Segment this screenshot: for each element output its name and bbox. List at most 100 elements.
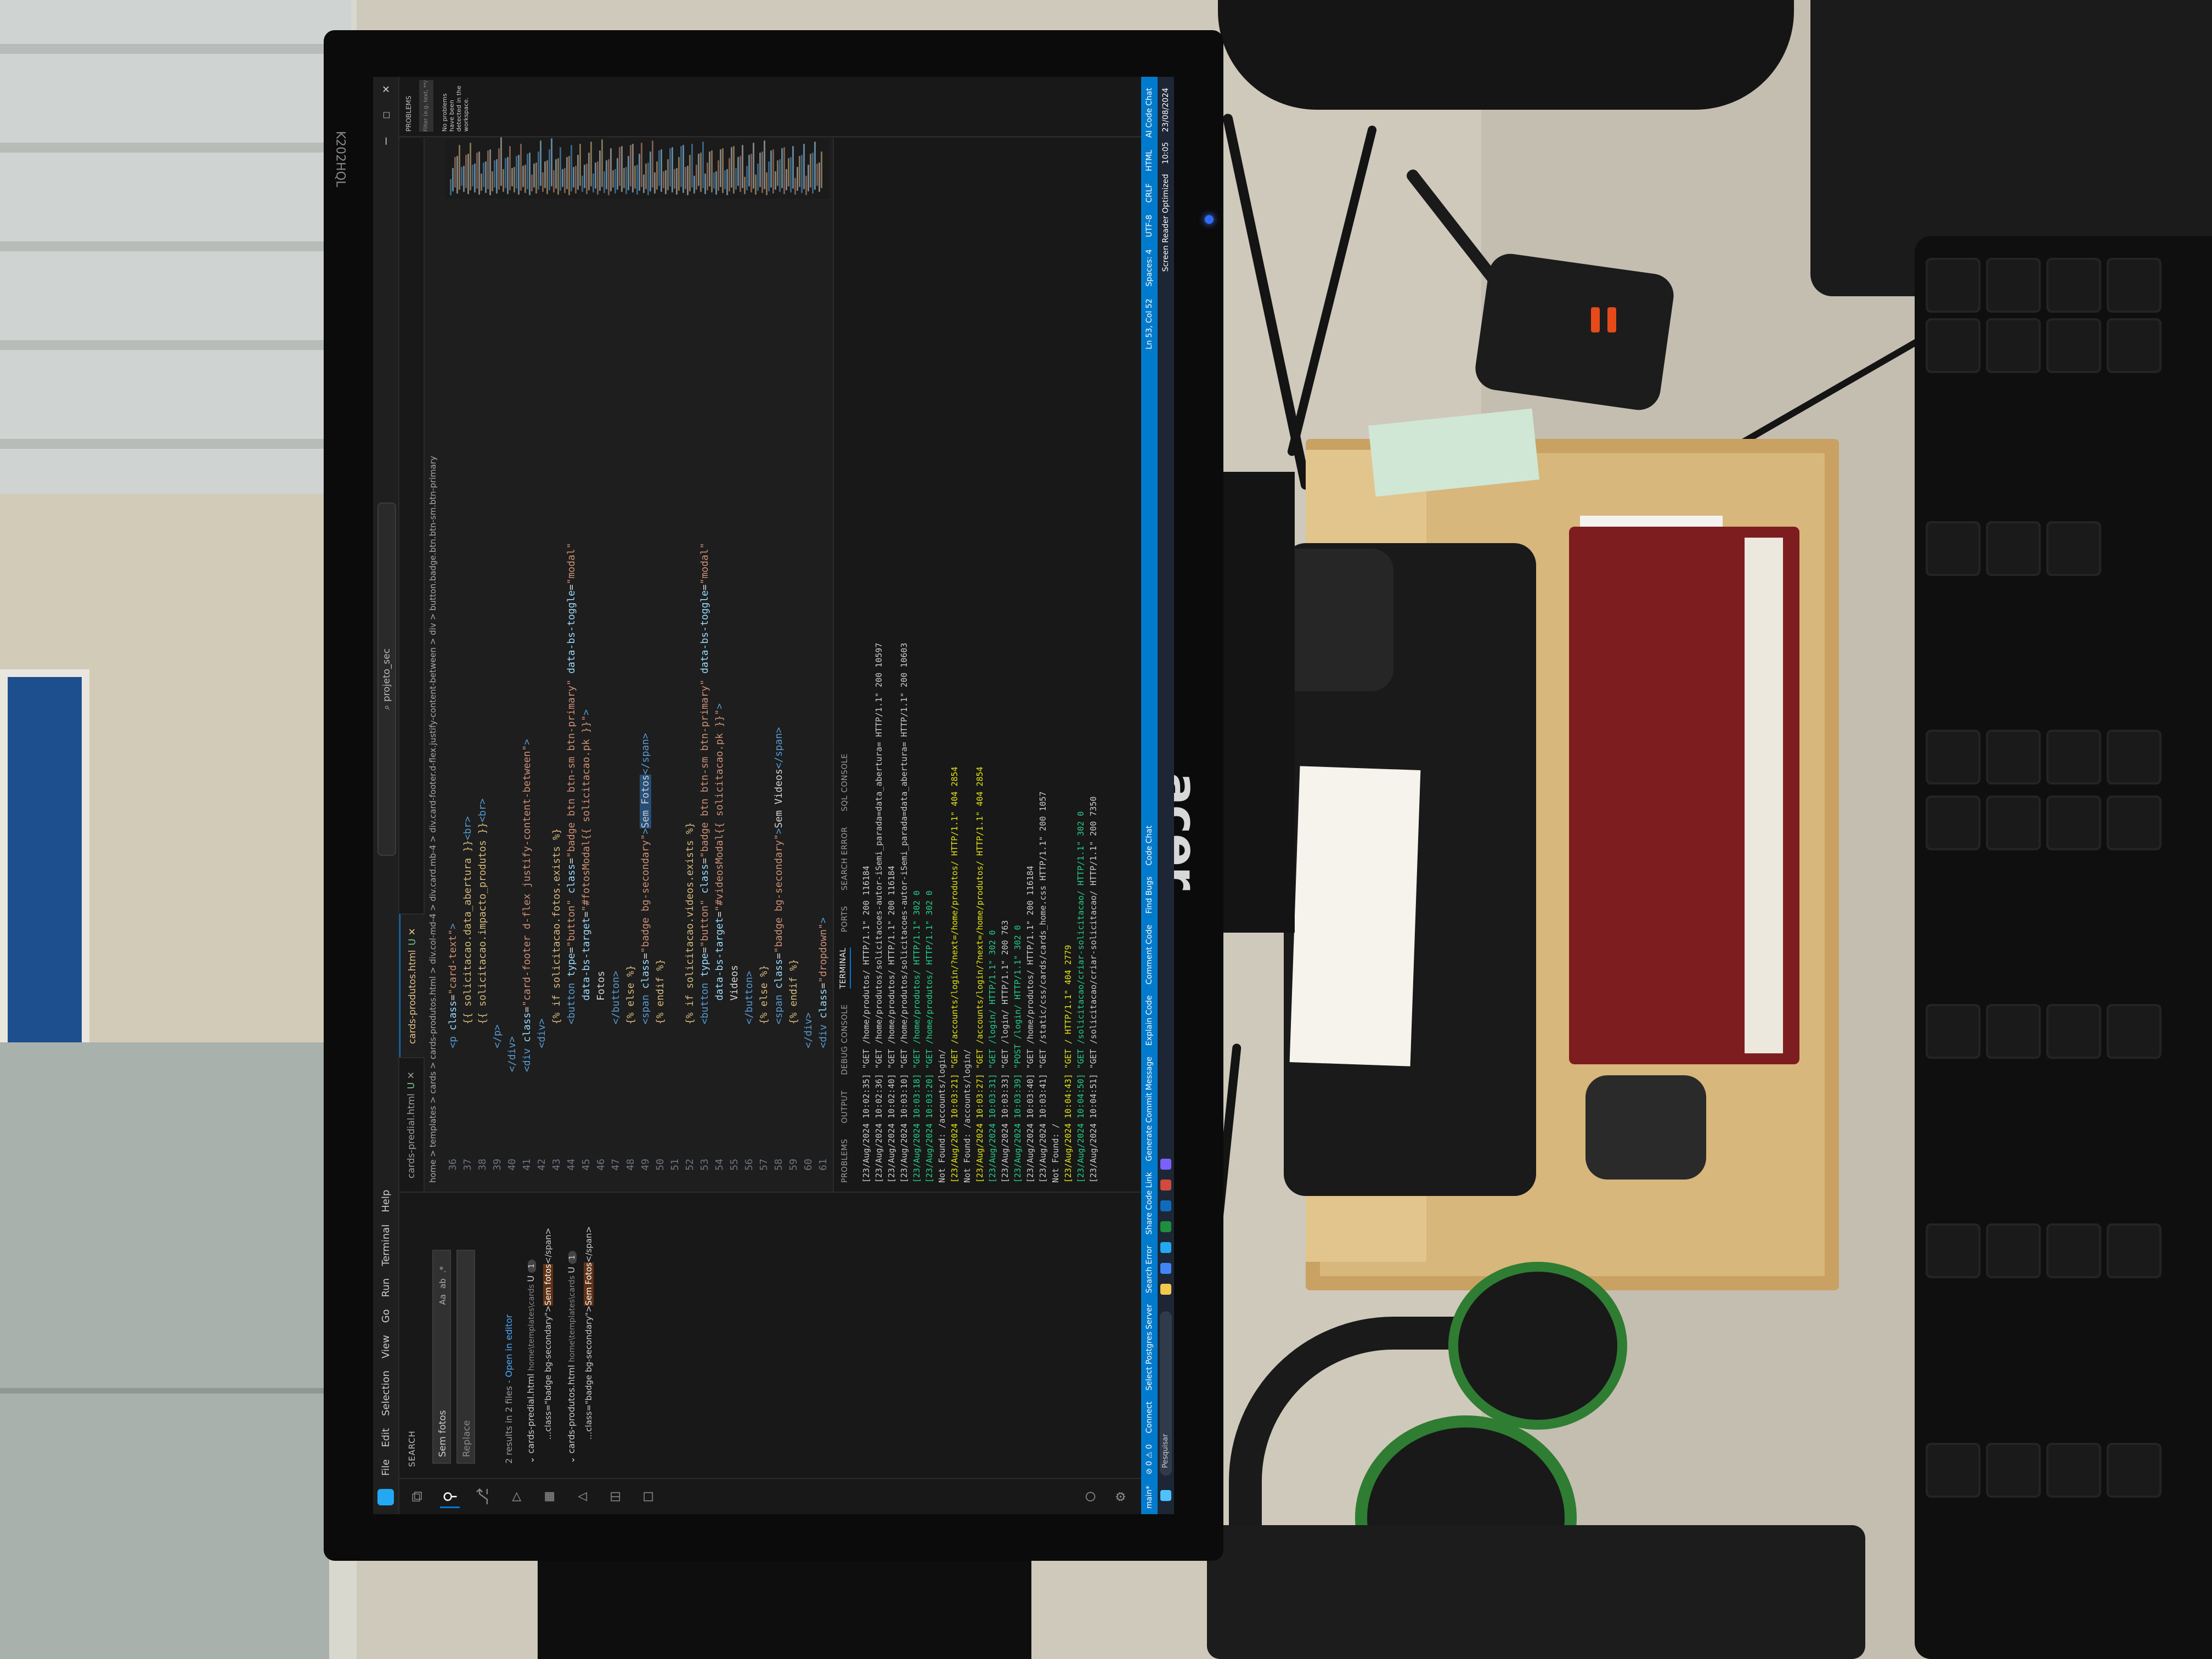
panel-tab-debug-console[interactable]: DEBUG CONSOLE xyxy=(840,1004,849,1075)
close-icon[interactable]: ✕ xyxy=(379,86,393,93)
taskbar-search[interactable]: Pesquisar xyxy=(1160,1311,1172,1476)
problems-filter-input[interactable]: Filter (e.g. text, **/*.ts, !**/node_mod… xyxy=(419,80,433,132)
file-explorer-icon[interactable] xyxy=(1160,1284,1171,1295)
gear-icon[interactable]: ⚙ xyxy=(1110,1487,1130,1506)
search-option-1[interactable]: ab xyxy=(433,1278,452,1289)
command-center[interactable]: ⌕ projeto_sec xyxy=(377,503,396,856)
minimap-line xyxy=(652,140,653,188)
maximize-icon[interactable]: ☐ xyxy=(379,111,393,119)
clock-date[interactable]: 23/08/2024 xyxy=(1161,88,1170,132)
terminal-output[interactable]: [23/Aug/2024 10:02:35] "GET /home/produt… xyxy=(860,151,1135,1183)
code-line: 43 {% if solicitacao.fotos.exists %} xyxy=(549,138,564,1192)
editor-tab[interactable]: cards-produtos.html U ✕ xyxy=(399,913,425,1057)
run-debug-icon[interactable]: ▷ xyxy=(506,1487,526,1506)
code-token: Fotos xyxy=(595,970,607,1001)
minimap-line xyxy=(803,144,805,189)
status-item[interactable]: Select Postgres Server xyxy=(1145,1304,1154,1391)
status-item[interactable]: main* xyxy=(1145,1486,1154,1509)
panel-tab-ports[interactable]: PORTS xyxy=(840,906,849,932)
search-result-match[interactable]: ...class="badge bg-secondary">Sem fotos<… xyxy=(543,1228,553,1440)
search-icon[interactable]: ⚲ xyxy=(440,1487,460,1508)
remote-icon[interactable]: △ xyxy=(572,1487,591,1506)
terminal-line: Not Found: /accounts/login/ xyxy=(962,1049,972,1183)
account-icon[interactable]: ◯ xyxy=(1080,1487,1099,1506)
code-editor[interactable]: 36 <p class="card-text"> 37 {{ solicitaca… xyxy=(445,138,830,1192)
panel-tab-search-error[interactable]: SEARCH ERROR xyxy=(840,827,849,890)
teams-icon[interactable] xyxy=(1160,1159,1171,1170)
database-icon[interactable]: ◫ xyxy=(605,1487,624,1506)
panel-tab-sql-console[interactable]: SQL CONSOLE xyxy=(840,754,849,811)
minimap-line xyxy=(597,161,599,195)
search-result-match[interactable]: ...class="badge bg-secondary">Sem Fotos<… xyxy=(584,1226,594,1440)
minimap-line xyxy=(693,176,695,194)
status-item[interactable]: Spaces: 4 xyxy=(1145,249,1154,286)
code-token: {% endif %} xyxy=(654,959,666,1025)
minimap[interactable] xyxy=(445,137,830,199)
minimize-icon[interactable]: — xyxy=(379,138,393,145)
extensions-icon[interactable]: ▦ xyxy=(539,1487,558,1506)
close-icon[interactable]: ✕ xyxy=(406,1071,417,1082)
menu-item-selection[interactable]: Selection xyxy=(380,1370,392,1416)
open-in-editor-link[interactable]: Open in editor xyxy=(504,1314,514,1378)
minimap-line xyxy=(630,145,631,187)
panel-tab-terminal[interactable]: TERMINAL xyxy=(839,947,851,989)
vscode-taskbar-icon[interactable] xyxy=(1160,1242,1171,1253)
windows-start-icon[interactable] xyxy=(1160,1490,1171,1501)
code-token: = xyxy=(566,584,577,591)
source-control-icon[interactable]: ⎇ xyxy=(473,1487,493,1506)
line-number: 41 xyxy=(521,1159,533,1171)
minimap-line xyxy=(592,173,594,193)
menu-item-help[interactable]: Help xyxy=(380,1190,392,1212)
status-item[interactable]: Comment Code xyxy=(1145,925,1154,985)
minimap-line xyxy=(608,159,610,195)
excel-icon[interactable] xyxy=(1160,1221,1171,1232)
minimap-line xyxy=(786,169,787,190)
status-item[interactable]: Code Chat xyxy=(1145,826,1154,866)
clock-time[interactable]: 10:05 xyxy=(1161,142,1170,164)
status-item[interactable]: Find Bugs xyxy=(1145,877,1154,914)
menu-item-terminal[interactable]: Terminal xyxy=(380,1224,392,1266)
status-item[interactable]: Generate Commit Message xyxy=(1145,1057,1154,1161)
breadcrumb[interactable]: home > templates > cards > cards-produto… xyxy=(428,456,438,1183)
app-icon[interactable] xyxy=(1160,1180,1171,1190)
status-item[interactable]: AI Code Chat xyxy=(1145,88,1154,138)
minimap-line xyxy=(805,176,807,195)
status-item[interactable]: Explain Code xyxy=(1145,995,1154,1046)
status-item[interactable]: Search Error xyxy=(1145,1245,1154,1293)
menu-item-view[interactable]: View xyxy=(380,1335,392,1358)
key xyxy=(2046,521,2101,576)
chevron-down-icon[interactable]: ⌄ xyxy=(566,1454,577,1464)
search-result-file[interactable]: ⌄ cards-produtos.html home\templates\car… xyxy=(566,1250,577,1464)
search-input[interactable]: Sem fotos Aa ab .* xyxy=(432,1250,451,1464)
search-result-file[interactable]: ⌄ cards-predial.html home\templates\card… xyxy=(526,1259,536,1464)
outlook-icon[interactable] xyxy=(1160,1200,1171,1211)
result-count-badge: 1 xyxy=(568,1250,577,1264)
status-item[interactable]: UTF-8 xyxy=(1145,215,1154,238)
chrome-icon[interactable] xyxy=(1160,1263,1171,1274)
editor-tab[interactable]: cards-predial.html U ✕ xyxy=(399,1057,424,1192)
status-item[interactable]: Connect xyxy=(1145,1402,1154,1434)
replace-input[interactable]: Replace xyxy=(456,1250,475,1464)
line-number: 60 xyxy=(803,1159,814,1171)
menu-item-file[interactable]: File xyxy=(380,1459,392,1476)
explorer-icon[interactable]: ⧉ xyxy=(407,1487,427,1506)
menu-item-edit[interactable]: Edit xyxy=(380,1428,392,1447)
status-item[interactable]: Ln 53, Col 52 xyxy=(1145,298,1154,349)
search-option-0[interactable]: Aa xyxy=(433,1294,452,1305)
minimap-line xyxy=(766,172,768,195)
chat-icon[interactable]: □ xyxy=(637,1487,657,1506)
menu-item-run[interactable]: Run xyxy=(380,1278,392,1297)
panel-tab-output[interactable]: OUTPUT xyxy=(840,1091,849,1124)
status-item[interactable]: CRLF xyxy=(1145,183,1154,202)
close-icon[interactable]: ✕ xyxy=(407,928,418,939)
chevron-down-icon[interactable]: ⌄ xyxy=(526,1454,536,1464)
status-item[interactable]: Share Code Link xyxy=(1145,1172,1154,1235)
panel-tab-problems[interactable]: PROBLEMS xyxy=(840,1139,849,1183)
search-option-2[interactable]: .* xyxy=(433,1266,452,1273)
menu-item-go[interactable]: Go xyxy=(380,1309,392,1323)
status-item[interactable]: HTML xyxy=(1145,150,1154,171)
minimap-line xyxy=(753,143,754,189)
status-item[interactable]: ⊘ 0 ⚠ 0 xyxy=(1145,1444,1154,1475)
